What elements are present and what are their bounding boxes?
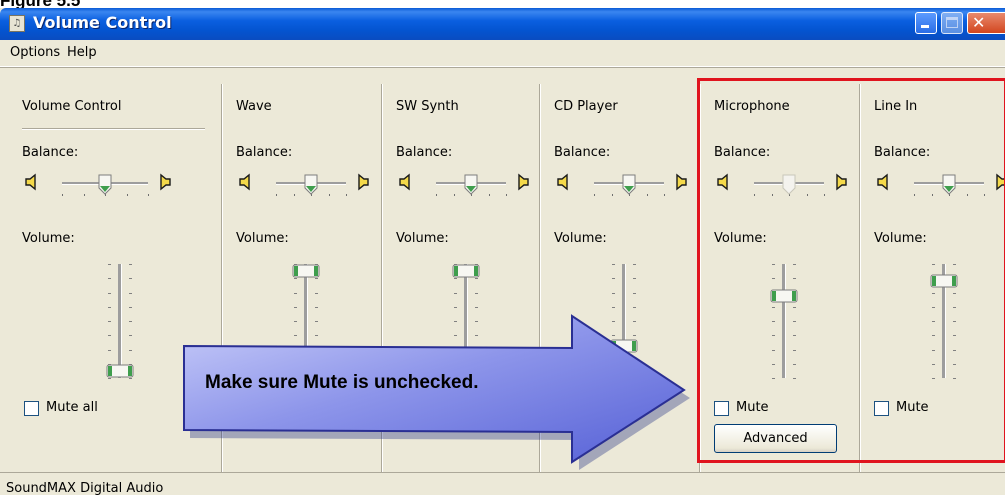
callout-arrow: [183, 314, 690, 470]
callout-text: Make sure Mute is unchecked.: [205, 372, 479, 393]
